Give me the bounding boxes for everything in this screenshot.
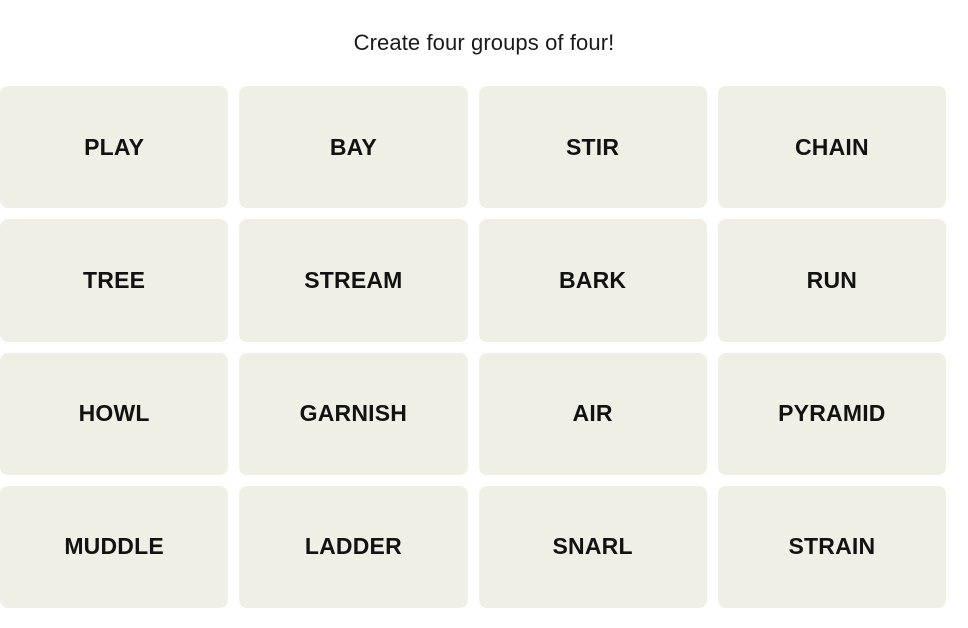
- word-tile[interactable]: LADDER: [239, 485, 468, 608]
- word-tile-label: AIR: [572, 400, 613, 427]
- word-tile[interactable]: SNARL: [478, 485, 707, 608]
- word-tile-label: GARNISH: [299, 400, 408, 427]
- word-tile-label: PYRAMID: [778, 400, 886, 427]
- word-tile-label: BARK: [559, 266, 627, 293]
- word-tile-label: PLAY: [84, 133, 145, 160]
- word-tile-label: MUDDLE: [64, 533, 164, 560]
- connections-game-root: Create four groups of four! PLAY BAY STI…: [0, 0, 968, 628]
- word-tile[interactable]: BARK: [478, 219, 707, 342]
- word-tile-label: STRAIN: [788, 533, 876, 560]
- word-tile-label: STREAM: [304, 266, 403, 293]
- word-tile-label: LADDER: [304, 533, 402, 560]
- word-tile[interactable]: TREE: [0, 219, 229, 342]
- word-tile[interactable]: PYRAMID: [717, 352, 946, 475]
- word-tile[interactable]: AIR: [478, 352, 707, 475]
- instruction-text: Create four groups of four!: [353, 29, 615, 55]
- word-tile-label: STIR: [566, 133, 620, 160]
- puzzle-board: PLAY BAY STIR CHAIN TREE STREAM BARK RUN: [0, 86, 968, 628]
- word-tile[interactable]: HOWL: [0, 352, 229, 475]
- word-tile[interactable]: STRAIN: [717, 485, 946, 608]
- word-tile-label: TREE: [83, 266, 146, 293]
- word-tile[interactable]: GARNISH: [239, 352, 468, 475]
- word-tile[interactable]: CHAIN: [717, 86, 946, 209]
- word-tile-label: RUN: [806, 266, 858, 293]
- word-tile-label: HOWL: [78, 400, 150, 427]
- word-tile-label: BAY: [329, 133, 377, 160]
- word-tile[interactable]: STREAM: [239, 219, 468, 342]
- word-tile[interactable]: MUDDLE: [0, 485, 229, 608]
- word-tile-label: SNARL: [552, 533, 633, 560]
- instruction-bar: Create four groups of four!: [0, 0, 968, 86]
- word-tile-label: CHAIN: [794, 133, 869, 160]
- word-tile[interactable]: RUN: [717, 219, 946, 342]
- word-tile[interactable]: STIR: [478, 86, 707, 209]
- word-grid: PLAY BAY STIR CHAIN TREE STREAM BARK RUN: [0, 86, 946, 608]
- word-tile[interactable]: PLAY: [0, 86, 229, 209]
- word-tile[interactable]: BAY: [239, 86, 468, 209]
